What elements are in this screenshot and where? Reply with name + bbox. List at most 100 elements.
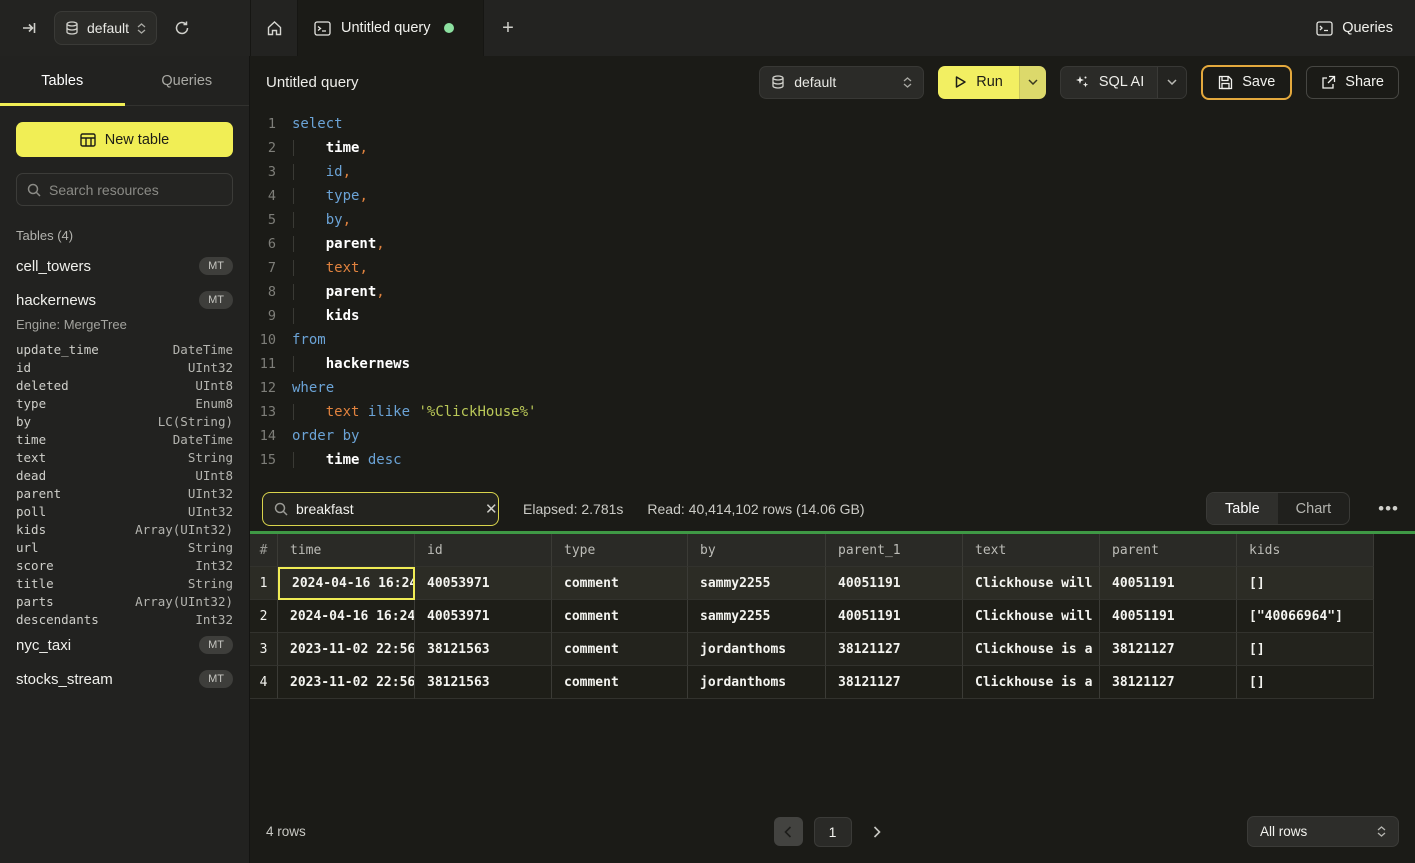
- table-cell[interactable]: []: [1237, 666, 1374, 699]
- next-page-button[interactable]: [863, 817, 892, 846]
- view-tab-table[interactable]: Table: [1207, 493, 1278, 524]
- table-cell[interactable]: Clickhouse will …: [963, 600, 1100, 633]
- run-button[interactable]: Run: [938, 66, 1019, 99]
- sidebar-tab-queries[interactable]: Queries: [125, 56, 250, 105]
- resource-search[interactable]: [16, 173, 233, 206]
- table-cell[interactable]: 38121563: [415, 633, 552, 666]
- query-database-selector[interactable]: default: [759, 66, 924, 99]
- table-cell[interactable]: Clickhouse is a …: [963, 666, 1100, 699]
- more-options-icon[interactable]: •••: [1374, 499, 1403, 519]
- table-cell[interactable]: 2024-04-16 16:24…: [278, 567, 415, 600]
- table-cell[interactable]: 38121127: [826, 633, 963, 666]
- table-cell[interactable]: 2023-11-02 22:56…: [278, 633, 415, 666]
- table-cell[interactable]: 40053971: [415, 600, 552, 633]
- table-row[interactable]: 12024-04-16 16:24…40053971commentsammy22…: [250, 567, 1374, 600]
- home-button[interactable]: [251, 0, 298, 56]
- table-cell[interactable]: Clickhouse will …: [963, 567, 1100, 600]
- table-cell[interactable]: 40051191: [1100, 567, 1237, 600]
- database-selector[interactable]: default: [54, 11, 157, 45]
- current-page[interactable]: 1: [814, 817, 852, 847]
- editor-line: 12where: [250, 376, 1415, 400]
- table-cell[interactable]: ["40066964"]: [1237, 600, 1374, 633]
- table-row[interactable]: 32023-11-02 22:56…38121563commentjordant…: [250, 633, 1374, 666]
- save-button[interactable]: Save: [1201, 65, 1292, 100]
- page-size-value: All rows: [1260, 824, 1307, 839]
- results-table: #timeidtypebyparent_1textparentkids12024…: [250, 534, 1374, 699]
- tab-untitled-query[interactable]: Untitled query: [298, 0, 484, 56]
- table-cell[interactable]: comment: [552, 633, 688, 666]
- tables-section-title: Tables (4): [0, 216, 249, 249]
- table-cell[interactable]: Clickhouse is a …: [963, 633, 1100, 666]
- column-name: parts: [16, 594, 54, 609]
- column-header-time[interactable]: time: [278, 534, 415, 567]
- line-code: type,: [276, 188, 368, 204]
- column-name: title: [16, 576, 54, 591]
- table-cell[interactable]: 38121127: [1100, 666, 1237, 699]
- results-search-input[interactable]: [296, 501, 477, 517]
- view-toggle: TableChart: [1206, 492, 1350, 525]
- table-row[interactable]: 42023-11-02 22:56…38121563commentjordant…: [250, 666, 1374, 699]
- editor-line: 10from: [250, 328, 1415, 352]
- column-header-id[interactable]: id: [415, 534, 552, 567]
- sql-ai-caret[interactable]: [1157, 67, 1186, 98]
- column-name: time: [16, 432, 46, 447]
- queries-link[interactable]: Queries: [1316, 20, 1393, 36]
- clear-search-icon[interactable]: ✕: [485, 500, 498, 518]
- table-cell[interactable]: 2023-11-02 22:56…: [278, 666, 415, 699]
- sidebar-tab-tables[interactable]: Tables: [0, 56, 125, 105]
- sidebar-table-nyc_taxi[interactable]: nyc_taxiMT: [0, 628, 249, 662]
- engine-badge: MT: [199, 257, 233, 275]
- column-header-text[interactable]: text: [963, 534, 1100, 567]
- table-cell[interactable]: comment: [552, 567, 688, 600]
- sql-ai-button[interactable]: SQL AI: [1061, 74, 1157, 90]
- column-header-by[interactable]: by: [688, 534, 826, 567]
- table-row[interactable]: 22024-04-16 16:24…40053971commentsammy22…: [250, 600, 1374, 633]
- column-type: String: [188, 540, 233, 555]
- main-header: Untitled query default Run: [250, 56, 1415, 108]
- page-size-selector[interactable]: All rows: [1247, 816, 1399, 847]
- table-cell[interactable]: 38121563: [415, 666, 552, 699]
- line-code: kids: [276, 308, 359, 324]
- table-cell[interactable]: 40051191: [826, 600, 963, 633]
- sidebar-table-cell_towers[interactable]: cell_towersMT: [0, 249, 249, 283]
- column-header-parent[interactable]: parent: [1100, 534, 1237, 567]
- table-cell[interactable]: 40051191: [1100, 600, 1237, 633]
- refresh-icon[interactable]: [167, 13, 197, 43]
- run-options-caret[interactable]: [1019, 66, 1046, 99]
- column-header-kids[interactable]: kids: [1237, 534, 1374, 567]
- chevron-updown-icon: [903, 77, 912, 88]
- table-name: nyc_taxi: [16, 637, 71, 654]
- table-cell[interactable]: comment: [552, 666, 688, 699]
- table-cell[interactable]: comment: [552, 600, 688, 633]
- column-header-num[interactable]: #: [250, 534, 278, 567]
- table-cell[interactable]: 2024-04-16 16:24…: [278, 600, 415, 633]
- prev-page-button[interactable]: [774, 817, 803, 846]
- sidebar-table-hackernews[interactable]: hackernewsMT: [0, 283, 249, 317]
- table-cell[interactable]: 40053971: [415, 567, 552, 600]
- column-header-type[interactable]: type: [552, 534, 688, 567]
- table-cell[interactable]: 38121127: [826, 666, 963, 699]
- column-type: String: [188, 576, 233, 591]
- sql-ai-button-group: SQL AI: [1060, 66, 1187, 99]
- table-cell[interactable]: 40051191: [826, 567, 963, 600]
- new-table-button[interactable]: New table: [16, 122, 233, 157]
- table-cell[interactable]: 38121127: [1100, 633, 1237, 666]
- collapse-sidebar-icon[interactable]: [14, 13, 44, 43]
- view-tab-chart[interactable]: Chart: [1278, 493, 1349, 524]
- results-search[interactable]: ✕: [262, 492, 499, 526]
- table-cell[interactable]: []: [1237, 633, 1374, 666]
- sql-editor[interactable]: 1select2 time,3 id,4 type,5 by,6 parent,…: [250, 112, 1415, 486]
- resource-search-input[interactable]: [49, 182, 222, 198]
- table-cell[interactable]: []: [1237, 567, 1374, 600]
- table-cell[interactable]: jordanthoms: [688, 666, 826, 699]
- database-icon: [65, 21, 79, 36]
- column-header-parent_1[interactable]: parent_1: [826, 534, 963, 567]
- table-cell[interactable]: jordanthoms: [688, 633, 826, 666]
- share-button[interactable]: Share: [1306, 66, 1399, 99]
- table-cell[interactable]: sammy2255: [688, 567, 826, 600]
- table-cell[interactable]: sammy2255: [688, 600, 826, 633]
- line-number: 15: [250, 452, 276, 468]
- queries-label: Queries: [1342, 20, 1393, 36]
- new-tab-button[interactable]: +: [484, 0, 532, 56]
- sidebar-table-stocks_stream[interactable]: stocks_streamMT: [0, 662, 249, 696]
